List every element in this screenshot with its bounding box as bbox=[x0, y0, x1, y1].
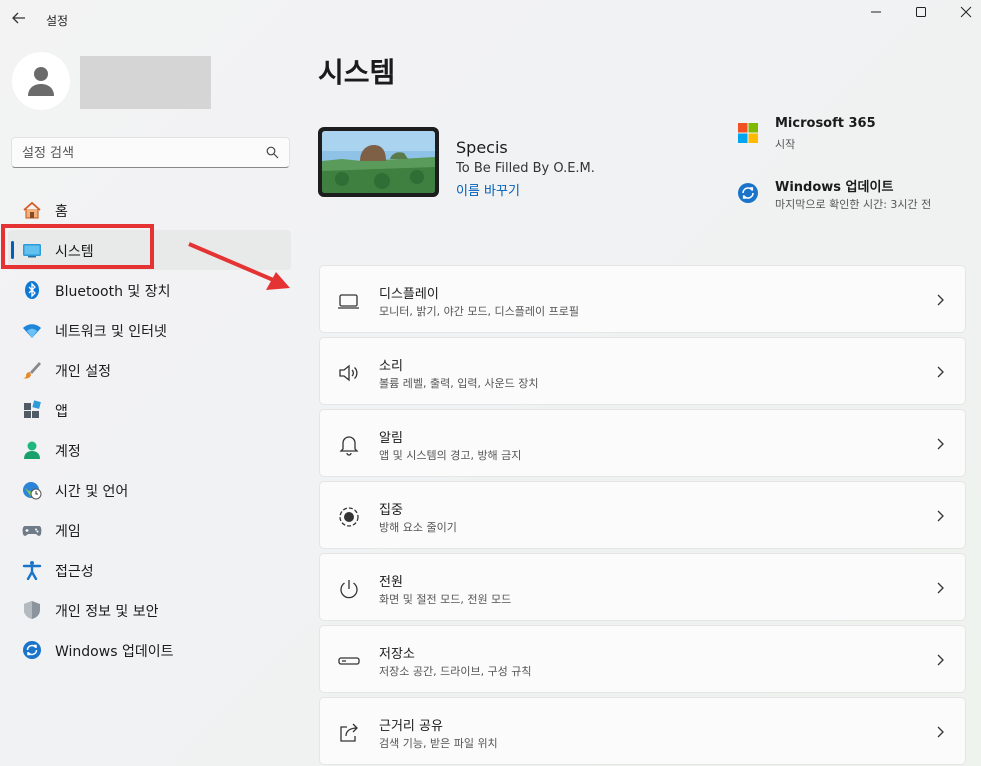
card-power[interactable]: 전원 화면 및 절전 모드, 전원 모드 bbox=[319, 553, 966, 621]
account-icon bbox=[24, 441, 40, 459]
wifi-icon bbox=[23, 324, 41, 338]
chevron-right-icon bbox=[937, 726, 944, 738]
device-wallpaper-thumbnail bbox=[318, 127, 439, 197]
device-name: Specis bbox=[456, 138, 508, 157]
sidebar-item-network[interactable]: 네트워크 및 인터넷 bbox=[8, 310, 291, 350]
card-title: 전원 bbox=[379, 575, 403, 590]
chevron-right-icon bbox=[937, 582, 944, 594]
sidebar-item-privacy[interactable]: 개인 정보 및 보안 bbox=[8, 590, 291, 630]
sidebar-item-time-language[interactable]: 시간 및 언어 bbox=[8, 470, 291, 510]
update-icon bbox=[23, 641, 41, 659]
card-title: 소리 bbox=[379, 359, 403, 374]
power-icon bbox=[340, 580, 358, 599]
sidebar-item-label: 개인 설정 bbox=[55, 364, 111, 380]
search-icon bbox=[266, 146, 279, 159]
focus-icon bbox=[339, 507, 359, 527]
sidebar-item-label: 접근성 bbox=[55, 564, 94, 580]
chevron-right-icon bbox=[937, 366, 944, 378]
bluetooth-icon bbox=[25, 281, 39, 299]
globe-clock-icon bbox=[23, 482, 42, 500]
card-subtitle: 방해 요소 줄이기 bbox=[379, 521, 457, 534]
speaker-icon bbox=[339, 364, 358, 382]
sidebar-item-label: 개인 정보 및 보안 bbox=[55, 604, 159, 620]
sidebar-item-accounts[interactable]: 계정 bbox=[8, 430, 291, 470]
sidebar-item-apps[interactable]: 앱 bbox=[8, 390, 291, 430]
sidebar-item-personalization[interactable]: 개인 설정 bbox=[8, 350, 291, 390]
card-subtitle: 검색 기능, 받은 파일 위치 bbox=[379, 737, 498, 750]
back-button[interactable] bbox=[8, 7, 30, 29]
sidebar-item-label: 시간 및 언어 bbox=[55, 484, 129, 500]
bell-icon bbox=[339, 436, 359, 456]
device-model: To Be Filled By O.E.M. bbox=[456, 161, 595, 176]
update-subtitle: 마지막으로 확인한 시간: 3시간 전 bbox=[775, 198, 932, 211]
avatar[interactable] bbox=[12, 52, 70, 110]
card-title: 근거리 공유 bbox=[379, 719, 443, 734]
card-title: 집중 bbox=[379, 503, 403, 518]
card-sound[interactable]: 소리 볼륨 레벨, 출력, 입력, 사운드 장치 bbox=[319, 337, 966, 405]
update-icon bbox=[738, 183, 758, 203]
chevron-right-icon bbox=[937, 438, 944, 450]
app-title: 설정 bbox=[46, 14, 69, 28]
share-icon bbox=[340, 723, 358, 742]
minimize-button[interactable] bbox=[853, 0, 899, 28]
card-notifications[interactable]: 알림 앱 및 시스템의 경고, 방해 금지 bbox=[319, 409, 966, 477]
display-icon bbox=[338, 294, 359, 309]
maximize-button[interactable] bbox=[898, 0, 944, 28]
user-icon bbox=[28, 67, 54, 96]
sidebar-item-label: 게임 bbox=[55, 524, 81, 540]
sidebar-item-gaming[interactable]: 게임 bbox=[8, 510, 291, 550]
card-subtitle: 화면 및 절전 모드, 전원 모드 bbox=[379, 593, 512, 606]
card-nearby-sharing[interactable]: 근거리 공유 검색 기능, 받은 파일 위치 bbox=[319, 697, 966, 765]
ms365-title: Microsoft 365 bbox=[775, 116, 876, 131]
sidebar-item-accessibility[interactable]: 접근성 bbox=[8, 550, 291, 590]
update-title: Windows 업데이트 bbox=[775, 180, 894, 195]
apps-icon bbox=[24, 400, 41, 418]
storage-icon bbox=[338, 657, 360, 665]
card-title: 저장소 bbox=[379, 647, 415, 662]
accessibility-icon bbox=[22, 561, 42, 580]
shield-icon bbox=[24, 601, 40, 619]
gamepad-icon bbox=[22, 526, 42, 536]
chevron-right-icon bbox=[937, 654, 944, 666]
minimize-icon bbox=[871, 11, 881, 13]
microsoft-logo-icon bbox=[738, 123, 758, 143]
wallpaper-image bbox=[322, 131, 435, 193]
sidebar-item-windows-update[interactable]: Windows 업데이트 bbox=[8, 630, 291, 670]
search-input[interactable] bbox=[22, 143, 262, 163]
card-focus[interactable]: 집중 방해 요소 줄이기 bbox=[319, 481, 966, 549]
highlight-box bbox=[1, 224, 154, 269]
card-storage[interactable]: 저장소 저장소 공간, 드라이브, 구성 규칙 bbox=[319, 625, 966, 693]
card-display[interactable]: 디스플레이 모니터, 밝기, 야간 모드, 디스플레이 프로필 bbox=[319, 265, 966, 333]
ms365-subtitle: 시작 bbox=[775, 138, 796, 151]
sidebar-item-label: 홈 bbox=[55, 204, 68, 220]
settings-list: 디스플레이 모니터, 밝기, 야간 모드, 디스플레이 프로필 소리 볼륨 레벨… bbox=[319, 265, 966, 766]
chevron-right-icon bbox=[937, 294, 944, 306]
sidebar-item-label: 네트워크 및 인터넷 bbox=[55, 324, 167, 340]
back-arrow-icon bbox=[12, 12, 25, 24]
user-name-redacted bbox=[80, 56, 211, 109]
card-subtitle: 저장소 공간, 드라이브, 구성 규칙 bbox=[379, 665, 532, 678]
chevron-right-icon bbox=[937, 510, 944, 522]
home-icon bbox=[23, 201, 41, 219]
card-subtitle: 볼륨 레벨, 출력, 입력, 사운드 장치 bbox=[379, 377, 539, 390]
sidebar-item-label: 앱 bbox=[55, 404, 68, 420]
title-bar: 설정 bbox=[0, 0, 981, 36]
card-title: 디스플레이 bbox=[379, 287, 439, 302]
maximize-icon bbox=[916, 7, 926, 17]
card-title: 알림 bbox=[379, 431, 403, 446]
brush-icon bbox=[23, 362, 41, 379]
rename-link[interactable]: 이름 바꾸기 bbox=[456, 180, 520, 199]
sidebar-item-label: Windows 업데이트 bbox=[55, 644, 174, 660]
settings-search[interactable] bbox=[11, 137, 290, 168]
page-title: 시스템 bbox=[318, 56, 396, 89]
sidebar-item-label: 계정 bbox=[55, 444, 81, 460]
close-button[interactable] bbox=[943, 0, 981, 28]
annotation-arrow-icon bbox=[188, 242, 290, 290]
card-subtitle: 모니터, 밝기, 야간 모드, 디스플레이 프로필 bbox=[379, 305, 580, 318]
card-subtitle: 앱 및 시스템의 경고, 방해 금지 bbox=[379, 449, 522, 462]
sidebar-item-label: Bluetooth 및 장치 bbox=[55, 284, 171, 300]
close-icon bbox=[960, 6, 972, 18]
